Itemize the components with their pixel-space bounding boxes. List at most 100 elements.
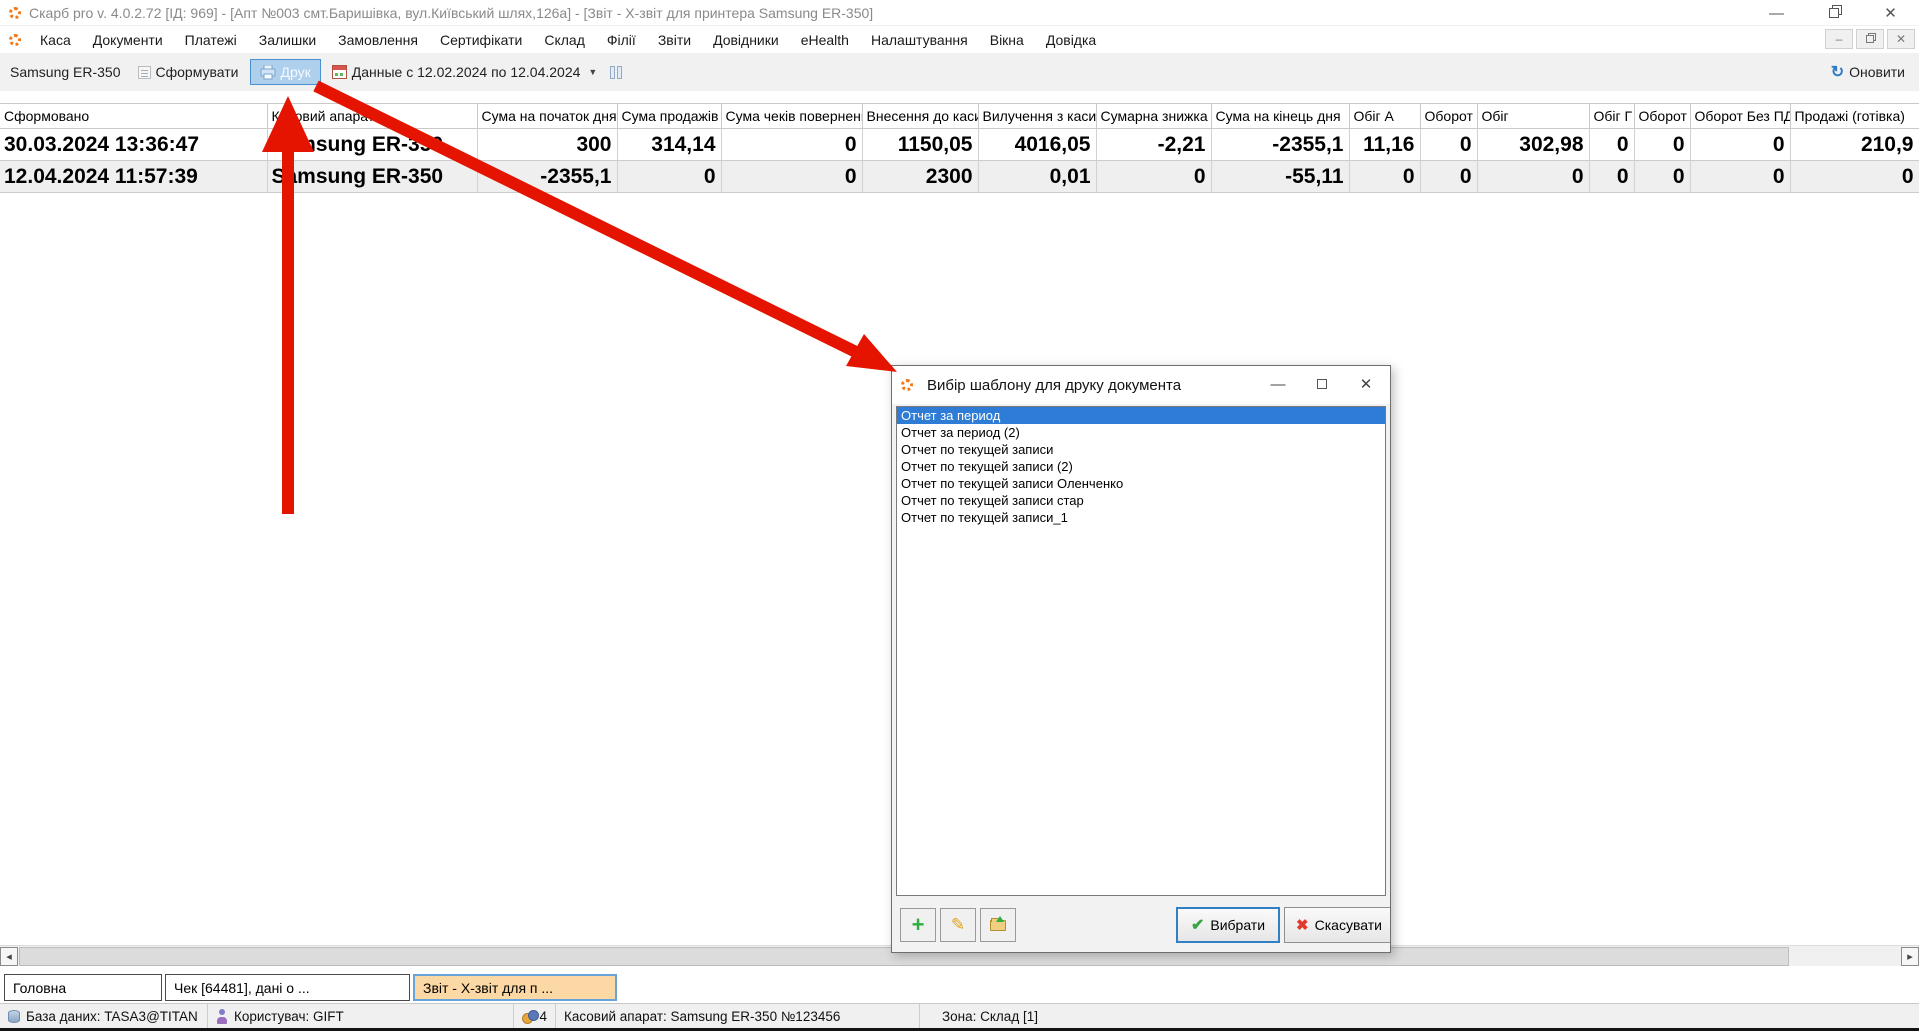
template-list-item[interactable]: Отчет по текущей записи_1 (897, 509, 1385, 526)
window-restore-button[interactable] (1805, 0, 1862, 26)
title-bar: Скарб pro v. 4.0.2.72 [ІД: 969] - [Апт №… (0, 0, 1919, 26)
printer-icon (260, 65, 276, 80)
template-list-item[interactable]: Отчет за период (897, 407, 1385, 424)
table-cell: 302,98 (1477, 129, 1589, 161)
status-user: Користувач: GIFT (208, 1004, 514, 1028)
table-cell: 0 (1589, 129, 1634, 161)
mdi-minimize-button[interactable]: – (1825, 29, 1853, 49)
table-row[interactable]: 30.03.2024 13:36:47Samsung ER-350300314,… (0, 129, 1919, 161)
window-close-button[interactable]: ✕ (1862, 0, 1919, 26)
table-cell: 300 (477, 129, 617, 161)
menu-item[interactable]: Платежі (174, 28, 248, 52)
dialog-title-bar[interactable]: Вибір шаблону для друку документа — ✕ (892, 366, 1390, 404)
dialog-logo-icon (901, 379, 913, 391)
mdi-restore-button[interactable] (1856, 29, 1884, 49)
template-list-item[interactable]: Отчет по текущей записи (897, 441, 1385, 458)
menu-item[interactable]: Залишки (248, 28, 327, 52)
coins-icon (522, 1010, 533, 1023)
table-cell: 0 (1634, 129, 1690, 161)
template-list-item[interactable]: Отчет по текущей записи (2) (897, 458, 1385, 475)
column-header[interactable]: Касовий апарат (267, 104, 477, 129)
bottom-tab[interactable]: Головна (4, 974, 162, 1001)
dialog-close-button[interactable]: ✕ (1344, 366, 1388, 402)
dialog-minimize-button[interactable]: — (1256, 366, 1300, 402)
status-database: База даних: TASA3@TITAN (0, 1004, 208, 1028)
column-header[interactable]: Сума чеків повернень (721, 104, 862, 129)
date-range-control[interactable]: Данные с 12.02.2024 по 12.04.2024 ▼ (325, 60, 605, 84)
column-header[interactable]: Вилучення з каси (978, 104, 1096, 129)
table-cell: 2300 (862, 161, 978, 193)
choose-button[interactable]: ✔ Вибрати (1176, 907, 1280, 943)
restore-icon (1829, 8, 1839, 18)
column-header[interactable]: Сума продажів (617, 104, 721, 129)
mdi-close-button[interactable]: ✕ (1887, 29, 1915, 49)
column-header[interactable]: Сума на початок дня (477, 104, 617, 129)
column-header[interactable]: Сума на кінець дня (1211, 104, 1349, 129)
template-list-item[interactable]: Отчет по текущей записи Оленченко (897, 475, 1385, 492)
column-header[interactable]: Внесення до каси (862, 104, 978, 129)
table-row[interactable]: 12.04.2024 11:57:39Samsung ER-350-2355,1… (0, 161, 1919, 193)
columns-icon[interactable] (610, 66, 622, 79)
menu-item[interactable]: Вікна (979, 28, 1035, 52)
table-cell: Samsung ER-350 (267, 129, 477, 161)
x-icon: ✖ (1296, 916, 1309, 934)
table-cell: -2355,1 (477, 161, 617, 193)
menu-item[interactable]: Звіти (647, 28, 702, 52)
scroll-right-button[interactable]: ▸ (1901, 947, 1919, 966)
import-template-button[interactable] (980, 908, 1016, 942)
database-label: База даних: TASA3@TITAN (26, 1009, 198, 1024)
bottom-tab-bar: ГоловнаЧек [64481], дані о ...Звіт - X-з… (0, 973, 1919, 1003)
column-header[interactable]: Обіг (1477, 104, 1589, 129)
choose-button-label: Вибрати (1210, 917, 1265, 933)
bottom-tab[interactable]: Чек [64481], дані о ... (165, 974, 410, 1001)
dialog-title: Вибір шаблону для друку документа (927, 377, 1181, 394)
table-cell: -2355,1 (1211, 129, 1349, 161)
refresh-button[interactable]: ↻ Оновити (1831, 62, 1905, 82)
user-label: Користувач: GIFT (234, 1009, 344, 1024)
user-icon (216, 1009, 228, 1024)
column-header[interactable]: Обіг Г (1589, 104, 1634, 129)
menu-item[interactable]: Замовлення (327, 28, 429, 52)
column-header[interactable]: Оборот Без ПДВ (1690, 104, 1790, 129)
print-button[interactable]: Друк (250, 59, 321, 85)
status-cash-register: Касовий апарат: Samsung ER-350 №123456 (556, 1004, 920, 1028)
cancel-button[interactable]: ✖ Скасувати (1284, 907, 1391, 943)
menu-item[interactable]: Документи (82, 28, 174, 52)
table-cell: 0 (1790, 161, 1919, 193)
column-header[interactable]: Продажі (готівка) (1790, 104, 1919, 129)
app-window: Скарб pro v. 4.0.2.72 [ІД: 969] - [Апт №… (0, 0, 1919, 1031)
template-list-item[interactable]: Отчет за период (2) (897, 424, 1385, 441)
menu-item[interactable]: Сертифікати (429, 28, 533, 52)
column-header[interactable]: Обіг А (1349, 104, 1420, 129)
menu-item[interactable]: Склад (533, 28, 596, 52)
table-cell: 0 (1420, 161, 1477, 193)
column-header[interactable]: Оборот Д (1634, 104, 1690, 129)
status-count: 4 (514, 1004, 556, 1028)
menu-item[interactable]: eHealth (790, 28, 860, 52)
check-icon: ✔ (1191, 915, 1204, 935)
table-cell: 1150,05 (862, 129, 978, 161)
menu-item[interactable]: Налаштування (860, 28, 979, 52)
add-template-button[interactable]: + (900, 908, 936, 942)
table-cell: -2,21 (1096, 129, 1211, 161)
scroll-left-button[interactable]: ◂ (0, 947, 18, 966)
menu-item[interactable]: Довідники (702, 28, 790, 52)
table-cell: 0 (617, 161, 721, 193)
menu-item[interactable]: Довідка (1035, 28, 1107, 52)
menu-item[interactable]: Каса (29, 28, 82, 52)
chevron-down-icon: ▼ (588, 67, 597, 77)
calendar-icon (332, 65, 347, 79)
column-header[interactable]: Сумарна знижка (1096, 104, 1211, 129)
database-icon (8, 1010, 20, 1023)
column-header[interactable]: Сформовано (0, 104, 267, 129)
table-cell: 0 (1690, 161, 1790, 193)
window-minimize-button[interactable]: — (1748, 0, 1805, 26)
status-zone: Зона: Склад [1] (920, 1004, 1046, 1028)
column-header[interactable]: Оборот Б (1420, 104, 1477, 129)
edit-template-button[interactable]: ✎ (940, 908, 976, 942)
menu-item[interactable]: Філії (596, 28, 647, 52)
generate-button[interactable]: Сформувати (131, 60, 246, 84)
bottom-tab[interactable]: Звіт - X-звіт для п ... (413, 974, 617, 1001)
template-list-item[interactable]: Отчет по текущей записи стар (897, 492, 1385, 509)
dialog-maximize-button[interactable] (1300, 366, 1344, 402)
